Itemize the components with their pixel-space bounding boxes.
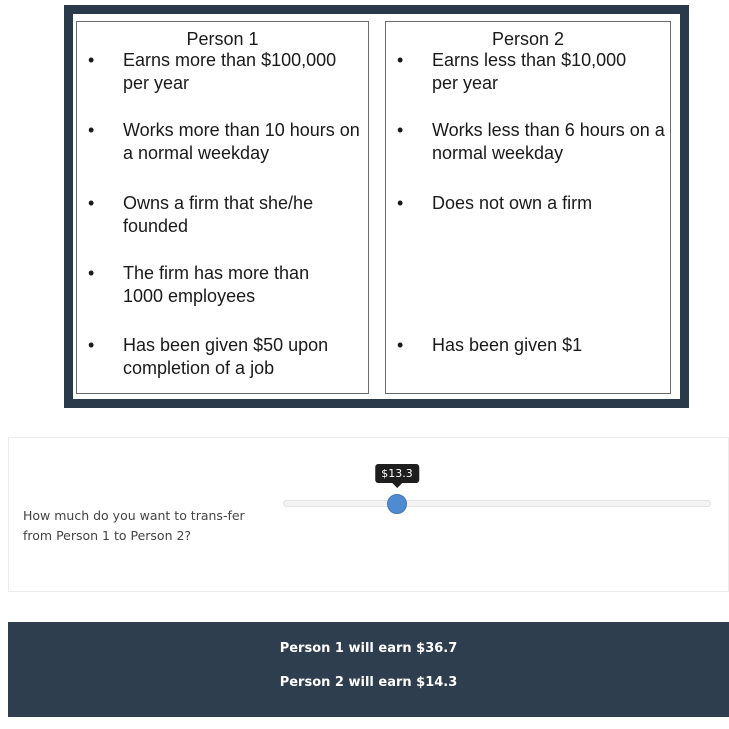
comparison-canvas: Person 1 • Earns more than $100,000 per … — [73, 14, 680, 399]
bullet-icon: • — [88, 120, 95, 140]
person1-earnings-text: Person 1 will earn $36.7 — [279, 641, 458, 656]
person1-panel: Person 1 • Earns more than $100,000 per … — [76, 21, 369, 394]
bullet-icon: • — [88, 335, 95, 355]
slider-handle[interactable] — [387, 494, 407, 514]
person2-title: Person 2 — [491, 29, 565, 49]
person2-bullet-3: Does not own a firm — [432, 193, 593, 213]
bullet-icon: • — [88, 263, 95, 283]
person1-bullet-2: Works more than 10 hours on a normal wee… — [123, 120, 360, 163]
person2-bullet-2: Works less than 6 hours on a normal week… — [432, 120, 665, 163]
person1-bullet-1: Earns more than $100,000 per year — [123, 50, 337, 93]
bullet-icon: • — [88, 50, 95, 70]
comparison-image: Person 1 • Earns more than $100,000 per … — [64, 5, 689, 408]
result-panel: Person 1 will earn $36.7 Person 2 will e… — [8, 622, 729, 717]
bullet-icon: • — [397, 120, 404, 140]
person2-bullet-4: Has been given $1 — [432, 335, 583, 355]
bullet-icon: • — [88, 193, 95, 213]
person1-bullet-5: Has been given $50 upon completion of a … — [123, 335, 329, 378]
person2-bullet-1: Earns less than $10,000 per year — [432, 50, 627, 93]
bullet-icon: • — [397, 193, 404, 213]
person2-earnings-text: Person 2 will earn $14.3 — [279, 675, 458, 690]
transfer-question-card: How much do you want to trans-fer from P… — [8, 437, 729, 592]
person1-bullet-3: Owns a firm that she/he founded — [123, 193, 314, 236]
person1-title: Person 1 — [186, 29, 259, 49]
slider-value-tooltip: $13.3 — [375, 464, 419, 488]
transfer-slider[interactable]: $13.3 — [283, 464, 711, 514]
person1-bullet-4: The firm has more than 1000 employees — [123, 263, 310, 306]
person2-panel: Person 2 • Earns less than $10,000 per y… — [385, 21, 671, 394]
bullet-icon: • — [397, 335, 404, 355]
question-label: How much do you want to trans-fer from P… — [23, 508, 245, 543]
bullet-icon: • — [397, 50, 404, 70]
